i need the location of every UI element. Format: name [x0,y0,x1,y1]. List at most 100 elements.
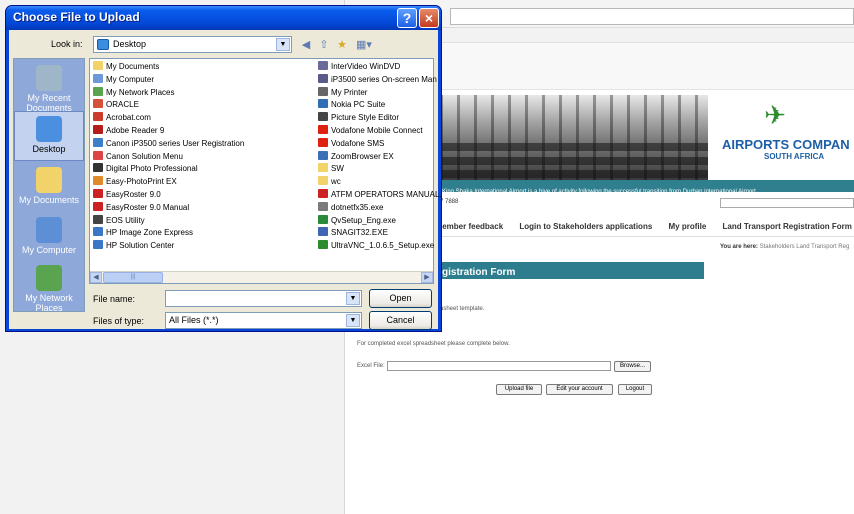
files-of-type-value: All Files (*.*) [169,315,219,325]
file-icon [318,112,328,122]
nav-land-transport-form[interactable]: Land Transport Registration Form [723,222,852,231]
file-item[interactable]: Picture Style Editor [318,112,442,125]
file-item-name: InterVideo WinDVD [331,62,401,71]
file-item[interactable]: EasyRoster 9.0 Manual [93,201,244,215]
upload-file-button[interactable]: Upload file [496,384,542,395]
scroll-right-icon[interactable]: ▶ [421,272,433,283]
file-item[interactable]: SNAGIT32.EXE [318,227,442,240]
file-icon [318,150,328,160]
file-item[interactable]: HP Solution Center [93,240,244,253]
file-icon [318,176,328,186]
logout-button[interactable]: Logout [618,384,652,395]
file-item-name: Adobe Reader 9 [106,125,165,135]
file-item[interactable]: QvSetup_Eng.exe [318,214,442,228]
file-item-name: Picture Style Editor [331,113,400,123]
file-item-name: My Printer [331,87,368,97]
nav-my-profile[interactable]: My profile [669,222,707,231]
file-item[interactable]: UltraVNC_1.0.6.5_Setup.exe [318,240,442,253]
file-item-name: Digital Photo Professional [106,164,198,174]
close-button[interactable]: × [419,8,439,28]
edit-account-button[interactable]: Edit your account [546,384,613,395]
file-item[interactable]: Canon iP3500 series User Registration [93,137,245,151]
logo-text: AIRPORTS COMPAN [722,137,850,152]
file-item-name: SW [331,164,344,174]
file-item[interactable]: Adobe Reader 9 [93,124,244,138]
file-item[interactable]: Vodafone Mobile Connect [318,124,442,138]
file-item[interactable]: HP Image Zone Express [93,227,244,240]
file-item-name: Canon iP3500 series User Registration [106,138,245,148]
file-item[interactable]: My Network Places [93,86,244,100]
help-button[interactable]: ? [397,8,417,28]
file-item[interactable]: Acrobat.com [93,112,244,125]
place-label: My Computer [21,245,76,255]
place-my-network-places[interactable]: My Network Places [14,261,84,313]
excel-file-input[interactable] [387,361,611,371]
chevron-down-icon[interactable]: ▼ [276,38,290,51]
file-item[interactable]: SW [318,163,442,176]
horizontal-scrollbar[interactable]: ◀ ||| ▶ [90,271,433,283]
file-item[interactable]: EOS Utility [93,214,244,228]
file-item[interactable]: Nokia PC Suite [318,99,442,112]
files-of-type-dropdown[interactable]: All Files (*.*) ▼ [165,312,362,329]
file-icon [318,61,328,70]
file-item-name: ZoomBrowser EX [331,151,394,161]
up-folder-icon[interactable]: ⇧ [317,38,331,52]
scroll-left-icon[interactable]: ◀ [90,272,102,283]
phone-number: 7 7888 [440,199,459,205]
file-icon [318,201,328,211]
file-item-name: HP Solution Center [106,241,175,251]
address-bar[interactable] [450,8,854,25]
file-item[interactable]: InterVideo WinDVD [318,61,442,74]
file-icon [93,227,103,237]
file-item[interactable]: My Documents [93,61,244,74]
file-item[interactable]: EasyRoster 9.0 [93,188,244,202]
my-documents-icon [36,167,62,193]
place-desktop[interactable]: Desktop [14,111,84,161]
file-icon [93,163,103,173]
browse-button[interactable]: Browse... [614,361,651,372]
place-label: My Recent Documents [26,93,72,113]
news-text: King Shaka International Airport is a hi… [442,189,758,195]
logo-subtitle: SOUTH AFRICA [764,152,825,161]
file-item-name: EasyRoster 9.0 Manual [106,202,190,212]
new-folder-icon[interactable]: ★ [335,38,349,52]
file-item[interactable]: ATFM OPERATORS MANUAL. [318,188,442,202]
open-button[interactable]: Open [369,289,432,308]
file-item[interactable]: My Computer [93,73,244,87]
breadcrumb-path[interactable]: Stakeholders Land Transport Reg [760,244,850,250]
file-item[interactable]: iP3500 series On-screen Man [318,73,442,87]
scroll-thumb[interactable]: ||| [103,272,163,283]
file-item[interactable]: Digital Photo Professional [93,163,244,176]
nav-login-stakeholders[interactable]: Login to Stakeholders applications [519,222,652,231]
template-text: asheet template. [440,306,485,312]
views-menu-icon[interactable]: ▦▾ [353,38,375,52]
file-name-input[interactable]: ▼ [165,290,362,307]
file-item-name: Nokia PC Suite [331,100,386,110]
file-item[interactable]: wc [318,176,442,189]
file-item[interactable]: Vodafone SMS [318,137,442,151]
chevron-down-icon[interactable]: ▼ [346,292,360,305]
dialog-titlebar[interactable]: Choose File to Upload ? × [6,6,441,30]
back-icon[interactable]: ◀ [299,38,313,52]
look-in-dropdown[interactable]: Desktop ▼ [93,36,292,53]
chevron-down-icon[interactable]: ▼ [346,314,360,327]
file-item[interactable]: ORACLE [93,99,244,112]
site-search-input[interactable] [720,198,854,208]
file-column-1: My Documents My Computer My Network Places… [93,61,244,253]
file-column-2: InterVideo WinDVD iP3500 series On-screen… [318,61,442,253]
file-list[interactable]: My Documents My Computer My Network Places… [89,58,442,284]
file-item[interactable]: My Printer [318,86,442,100]
dialog-title: Choose File to Upload [13,10,140,24]
cancel-button[interactable]: Cancel [369,311,432,330]
file-item-name: QvSetup_Eng.exe [331,215,396,225]
file-item-name: Canon Solution Menu [106,151,183,161]
nav-member-feedback[interactable]: lember feedback [440,222,503,231]
network-places-icon [36,265,62,291]
file-item[interactable]: Easy-PhotoPrint EX [93,176,244,189]
file-item[interactable]: dotnetfx35.exe [318,201,442,215]
file-item-name: SNAGIT32.EXE [331,228,388,238]
file-item[interactable]: Canon Solution Menu [93,150,244,164]
file-item[interactable]: ZoomBrowser EX [318,150,442,164]
airports-logo-icon: ✈ [764,100,786,130]
file-icon [318,188,328,198]
